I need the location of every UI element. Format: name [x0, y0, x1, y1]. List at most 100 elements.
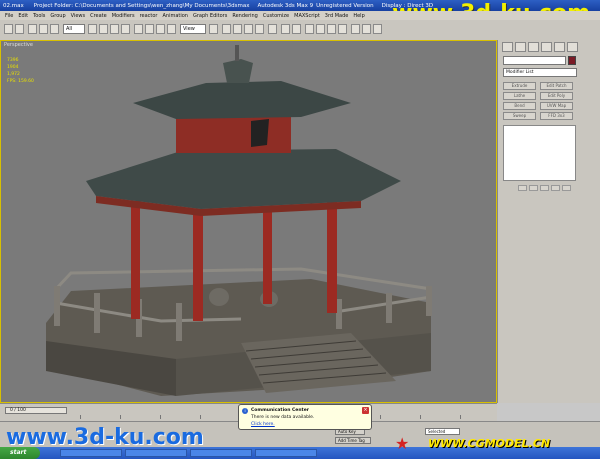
remove-modifier-icon[interactable]: [551, 185, 560, 191]
modify-tab-icon[interactable]: [515, 42, 526, 52]
menu-maxscript[interactable]: MAXScript: [294, 13, 320, 19]
redo-icon[interactable]: [15, 24, 24, 34]
motion-tab-icon[interactable]: [541, 42, 552, 52]
link-icon[interactable]: [28, 24, 37, 34]
quick-render-icon[interactable]: [373, 24, 382, 34]
taskbar-window-button[interactable]: [60, 449, 122, 457]
spinner-snap-icon[interactable]: [255, 24, 264, 34]
balloon-message: There is new data available.: [251, 415, 315, 420]
show-end-result-icon[interactable]: [529, 185, 538, 191]
set-key-filter-dropdown[interactable]: Selected: [425, 428, 460, 435]
perspective-viewport[interactable]: Perspective 7396 1904 1,972 FPS: 159.60: [0, 40, 497, 403]
menu-customize[interactable]: Customize: [263, 13, 289, 19]
menu-tools[interactable]: Tools: [33, 13, 45, 19]
watermark-bottom: www.3d-ku.com: [6, 425, 204, 450]
modifier-button[interactable]: Sweep: [503, 112, 536, 120]
undo-icon[interactable]: [4, 24, 13, 34]
timeline-tick: [460, 415, 461, 419]
timeline-tick: [160, 415, 161, 419]
project-folder: Project Folder: C:\Documents and Setting…: [33, 2, 250, 9]
hierarchy-tab-icon[interactable]: [528, 42, 539, 52]
render-frame-icon[interactable]: [362, 24, 371, 34]
add-time-tag-button[interactable]: Add Time Tag: [335, 437, 371, 444]
named-selection-icon[interactable]: [268, 24, 277, 34]
pivot-center-icon[interactable]: [209, 24, 218, 34]
menu-help[interactable]: Help: [353, 13, 364, 19]
modifier-button[interactable]: Edit Poly: [540, 92, 573, 100]
create-tab-icon[interactable]: [502, 42, 513, 52]
select-move-icon[interactable]: [134, 24, 143, 34]
percent-snap-icon[interactable]: [244, 24, 253, 34]
timeline-tick: [420, 415, 421, 419]
modifier-button[interactable]: Edit Patch: [540, 82, 573, 90]
menu-file[interactable]: File: [5, 13, 13, 19]
balloon-title: Communication Center: [251, 408, 309, 413]
modifier-stack-list[interactable]: [503, 125, 576, 181]
watermark-cgmodel: WWW.CGMODEL.CN: [428, 437, 551, 450]
app-name: Autodesk 3ds Max 9: [257, 2, 314, 9]
taskbar-window-button[interactable]: [190, 449, 252, 457]
menu-create[interactable]: Create: [90, 13, 107, 19]
select-object-icon[interactable]: [88, 24, 97, 34]
timeline-tick: [120, 415, 121, 419]
menu-group[interactable]: Group: [50, 13, 65, 19]
menu-graph-editors[interactable]: Graph Editors: [193, 13, 227, 19]
close-icon[interactable]: ×: [362, 407, 369, 414]
make-unique-icon[interactable]: [540, 185, 549, 191]
star-logo-icon: ★: [395, 434, 410, 453]
reference-coord-dropdown[interactable]: View: [180, 24, 206, 34]
angle-snap-icon[interactable]: [233, 24, 242, 34]
select-scale-icon[interactable]: [156, 24, 165, 34]
version-label: Unregistered Version: [316, 2, 374, 9]
pin-stack-icon[interactable]: [518, 185, 527, 191]
unlink-icon[interactable]: [39, 24, 48, 34]
menu-bar: File Edit Tools Group Views Create Modif…: [0, 11, 600, 20]
configure-sets-icon[interactable]: [562, 185, 571, 191]
object-color-swatch[interactable]: [568, 56, 576, 65]
pavilion-model[interactable]: [1, 41, 496, 402]
snap-toggle-icon[interactable]: [222, 24, 231, 34]
align-icon[interactable]: [292, 24, 301, 34]
display-tab-icon[interactable]: [554, 42, 565, 52]
modifier-list-dropdown[interactable]: Modifier List: [503, 68, 577, 77]
curve-editor-icon[interactable]: [316, 24, 325, 34]
select-rotate-icon[interactable]: [145, 24, 154, 34]
timeline-tick: [380, 415, 381, 419]
menu-modifiers[interactable]: Modifiers: [112, 13, 135, 19]
render-setup-icon[interactable]: [351, 24, 360, 34]
modifier-button[interactable]: FFD 3x3: [540, 112, 573, 120]
mirror-icon[interactable]: [281, 24, 290, 34]
menu-animation[interactable]: Animation: [162, 13, 188, 19]
region-select-icon[interactable]: [110, 24, 119, 34]
layer-manager-icon[interactable]: [305, 24, 314, 34]
communication-center-balloon[interactable]: i Communication Center There is new data…: [238, 404, 372, 430]
window-crossing-icon[interactable]: [121, 24, 130, 34]
modifier-button[interactable]: Lathe: [503, 92, 536, 100]
main-toolbar: All View: [0, 20, 600, 41]
taskbar-window-button[interactable]: [125, 449, 187, 457]
selection-filter-dropdown[interactable]: All: [63, 24, 85, 34]
timeline-tick: [200, 415, 201, 419]
select-by-name-icon[interactable]: [99, 24, 108, 34]
balloon-link[interactable]: Click here.: [251, 422, 275, 427]
menu-views[interactable]: Views: [71, 13, 85, 19]
menu-3rd-made[interactable]: 3rd Made: [325, 13, 349, 19]
taskbar-window-button[interactable]: [255, 449, 317, 457]
file-name: 02.max: [3, 2, 24, 9]
time-slider[interactable]: 0 / 100: [5, 407, 67, 414]
bind-space-warp-icon[interactable]: [50, 24, 59, 34]
modifier-button[interactable]: UVW Map: [540, 102, 573, 110]
utilities-tab-icon[interactable]: [567, 42, 578, 52]
menu-edit[interactable]: Edit: [18, 13, 28, 19]
info-icon: i: [242, 408, 248, 414]
command-panel: Modifier List Extrude Edit Patch Lathe E…: [497, 40, 600, 403]
menu-rendering[interactable]: Rendering: [232, 13, 258, 19]
modifier-button[interactable]: Bend: [503, 102, 536, 110]
select-manipulate-icon[interactable]: [167, 24, 176, 34]
object-name-field[interactable]: [503, 56, 566, 65]
modifier-button[interactable]: Extrude: [503, 82, 536, 90]
material-editor-icon[interactable]: [338, 24, 347, 34]
menu-reactor[interactable]: reactor: [140, 13, 158, 19]
schematic-view-icon[interactable]: [327, 24, 336, 34]
timeline-tick: [80, 415, 81, 419]
